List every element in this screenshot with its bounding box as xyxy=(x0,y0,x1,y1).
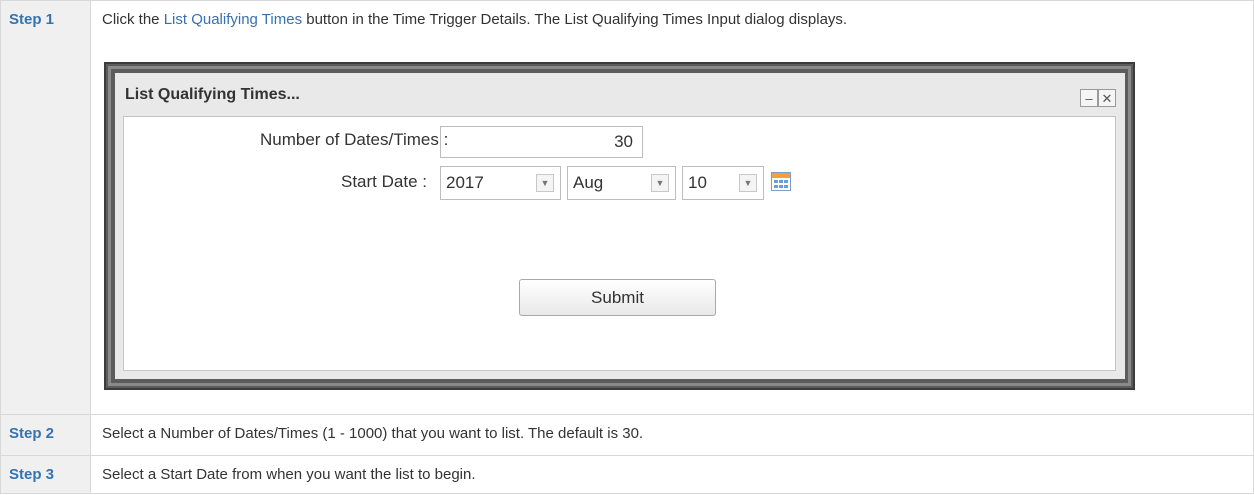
dialog-window: List Qualifying Times... – ✕ Number of D… xyxy=(115,73,1125,379)
list-qualifying-times-link[interactable]: List Qualifying Times xyxy=(164,11,302,28)
submit-button[interactable]: Submit xyxy=(519,279,716,316)
number-of-dates-input[interactable]: 30 xyxy=(440,126,643,158)
window-buttons: – ✕ xyxy=(1080,89,1116,107)
step-1-text-after: button in the Time Trigger Details. The … xyxy=(302,11,848,28)
step-3-text: Select a Start Date from when you want t… xyxy=(90,455,1254,494)
chevron-down-icon: ▼ xyxy=(739,174,757,192)
step-3-label: Step 3 xyxy=(0,455,91,494)
month-select[interactable]: Aug ▼ xyxy=(567,166,676,200)
chevron-down-icon: ▼ xyxy=(651,174,669,192)
dialog-title: List Qualifying Times... xyxy=(125,86,300,103)
step-row-3: Step 3 Select a Start Date from when you… xyxy=(0,455,1254,494)
step-1-text-before: Click the xyxy=(102,11,164,28)
step-2-label: Step 2 xyxy=(0,414,91,456)
chevron-down-icon: ▼ xyxy=(536,174,554,192)
day-select[interactable]: 10 ▼ xyxy=(682,166,764,200)
start-date-label: Start Date : xyxy=(341,172,427,191)
calendar-icon[interactable] xyxy=(771,172,791,191)
step-1-label: Step 1 xyxy=(0,0,91,415)
year-select[interactable]: 2017 ▼ xyxy=(440,166,561,200)
step-row-2: Step 2 Select a Number of Dates/Times (1… xyxy=(0,414,1254,456)
number-of-dates-label: Number of Dates/Times : xyxy=(260,130,449,149)
dialog-screenshot: List Qualifying Times... – ✕ Number of D… xyxy=(104,62,1135,390)
day-value: 10 xyxy=(688,173,707,192)
month-value: Aug xyxy=(573,173,604,192)
year-value: 2017 xyxy=(446,173,484,192)
step-2-text: Select a Number of Dates/Times (1 - 1000… xyxy=(90,414,1254,456)
minimize-icon[interactable]: – xyxy=(1080,89,1098,107)
dialog-content: Number of Dates/Times : 30 Start Date : … xyxy=(123,116,1116,371)
close-icon[interactable]: ✕ xyxy=(1098,89,1116,107)
